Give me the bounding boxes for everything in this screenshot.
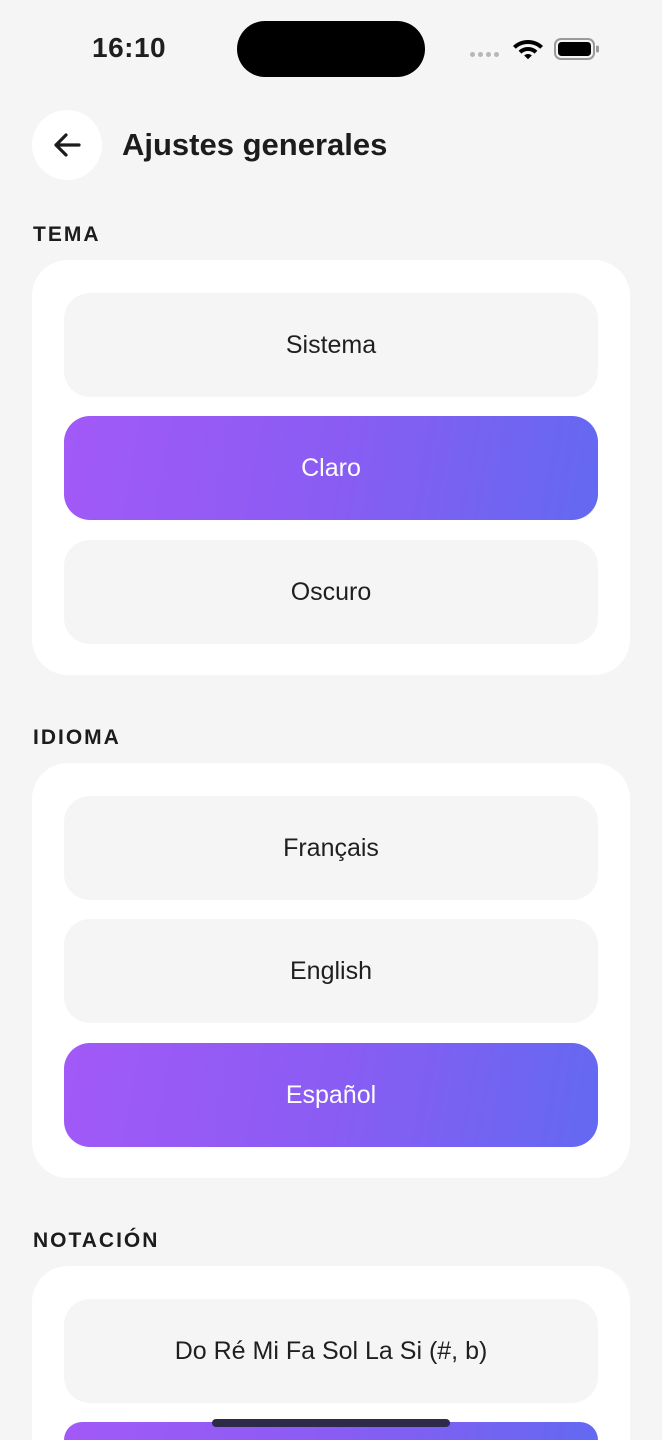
notation-card: Do Ré Mi Fa Sol La Si (#, b) bbox=[32, 1266, 630, 1440]
status-bar: 16:10 bbox=[0, 0, 662, 96]
theme-card: Sistema Claro Oscuro bbox=[32, 260, 630, 675]
language-card: Français English Español bbox=[32, 763, 630, 1178]
arrow-left-icon bbox=[54, 133, 81, 157]
notation-option-solfege[interactable]: Do Ré Mi Fa Sol La Si (#, b) bbox=[64, 1299, 598, 1403]
page-title: Ajustes generales bbox=[122, 127, 388, 162]
language-option-espanol[interactable]: Español bbox=[64, 1043, 598, 1147]
theme-option-sistema[interactable]: Sistema bbox=[64, 293, 598, 397]
language-option-francais[interactable]: Français bbox=[64, 796, 598, 900]
section-label-notacion: NOTACIÓN bbox=[33, 1229, 160, 1252]
dynamic-island bbox=[237, 21, 425, 77]
home-indicator bbox=[212, 1419, 450, 1427]
wifi-icon bbox=[513, 40, 543, 60]
section-label-idioma: IDIOMA bbox=[33, 726, 121, 749]
section-label-tema: TEMA bbox=[33, 223, 101, 246]
status-time: 16:10 bbox=[92, 32, 167, 63]
theme-option-claro[interactable]: Claro bbox=[64, 416, 598, 520]
back-button[interactable] bbox=[32, 110, 102, 180]
theme-option-oscuro[interactable]: Oscuro bbox=[64, 540, 598, 644]
header: Ajustes generales bbox=[32, 110, 387, 180]
signal-dots-icon bbox=[470, 52, 499, 57]
battery-icon bbox=[554, 38, 599, 60]
language-option-english[interactable]: English bbox=[64, 919, 598, 1023]
